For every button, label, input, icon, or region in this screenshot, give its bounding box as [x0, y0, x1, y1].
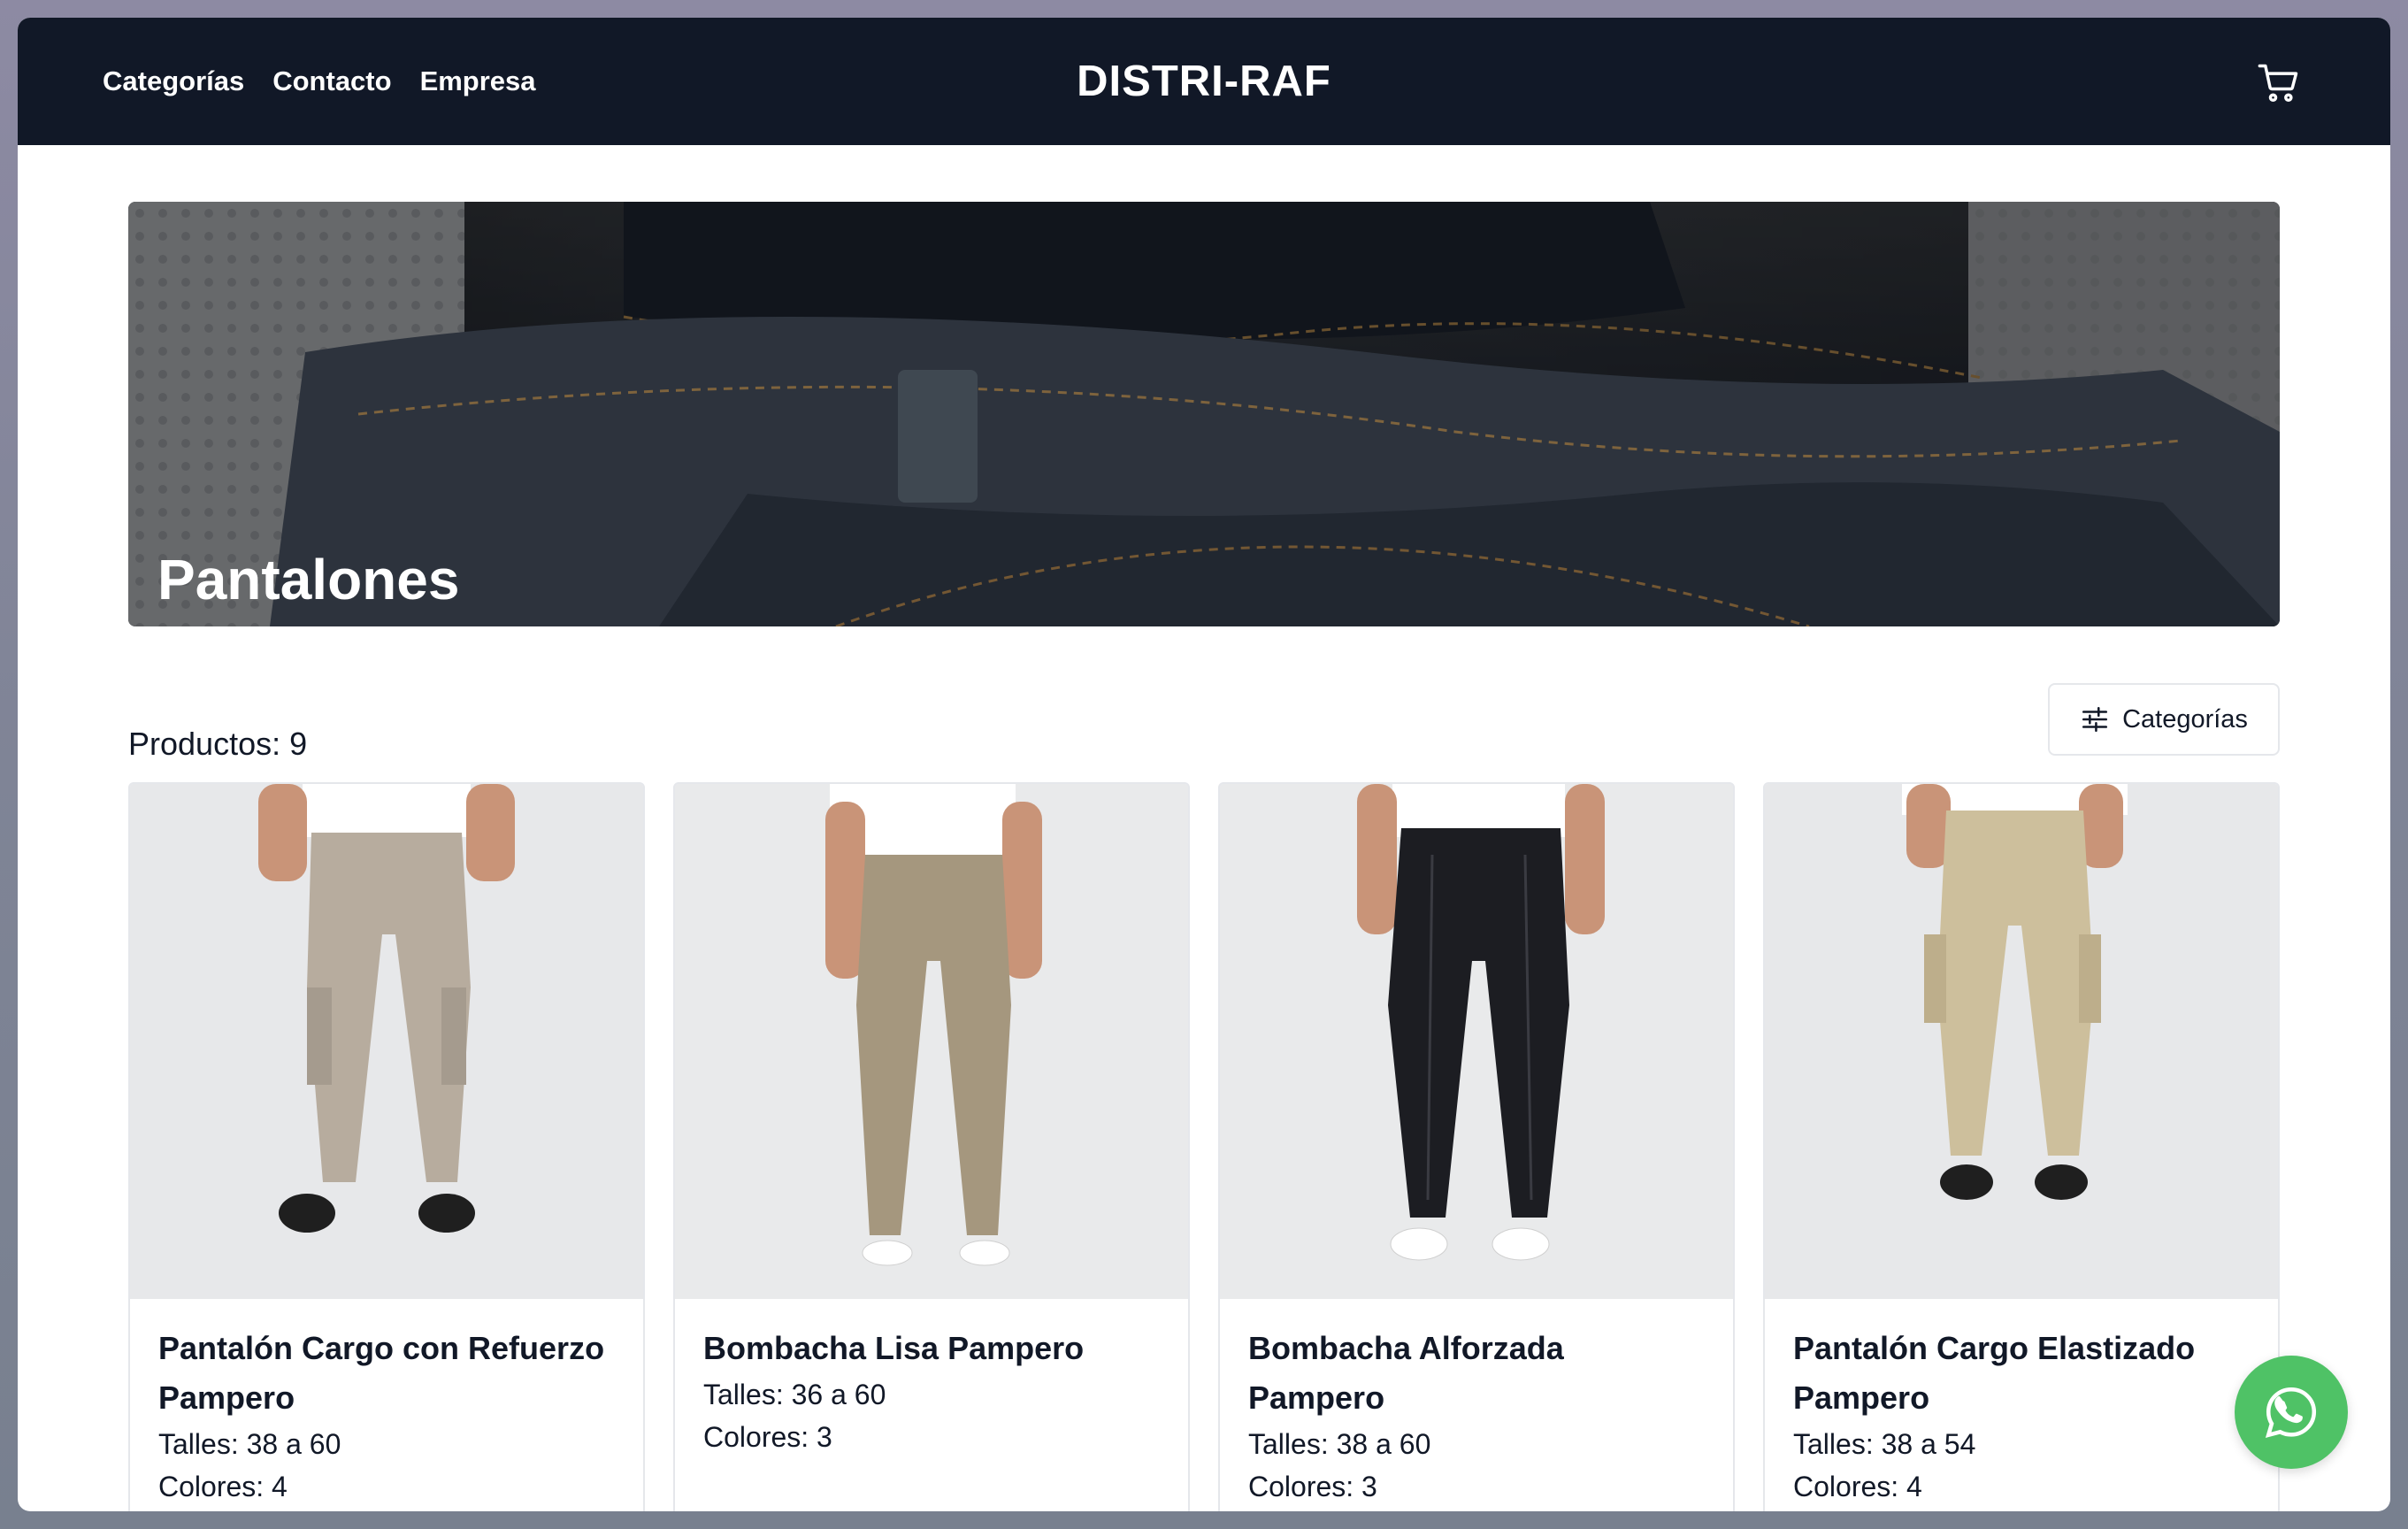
- product-name: Pantalón Cargo con Refuerzo Pampero: [158, 1330, 605, 1416]
- categories-filter-button[interactable]: Categorías: [2048, 683, 2280, 756]
- product-colors: Colores: 3: [703, 1421, 832, 1453]
- browser-window: DISTRI-RAF Categorías Contacto Empresa P…: [18, 18, 2390, 1511]
- product-sizes: Talles: 36 a 60: [703, 1379, 886, 1410]
- product-count: Productos: 9: [128, 726, 308, 762]
- product-image: [1765, 784, 2278, 1299]
- category-title: Pantalones: [157, 548, 460, 611]
- shopping-cart-icon[interactable]: [2256, 60, 2302, 106]
- nav-link-contacto[interactable]: Contacto: [272, 65, 391, 97]
- product-sizes: Talles: 38 a 60: [1248, 1428, 1431, 1460]
- whatsapp-icon: [2265, 1387, 2317, 1439]
- top-navbar: DISTRI-RAF Categorías Contacto Empresa: [18, 18, 2390, 145]
- product-card[interactable]: Bombacha Lisa Pampero Talles: 36 a 60 Co…: [673, 782, 1190, 1511]
- whatsapp-button[interactable]: [2235, 1356, 2348, 1469]
- product-image: [1220, 784, 1733, 1299]
- product-sizes: Talles: 38 a 54: [1793, 1428, 1976, 1460]
- nav-link-categorias[interactable]: Categorías: [103, 65, 244, 97]
- categories-button-label: Categorías: [2122, 704, 2248, 734]
- product-card[interactable]: Bombacha Alforzada Pampero Talles: 38 a …: [1218, 782, 1735, 1511]
- product-colors: Colores: 4: [158, 1471, 288, 1502]
- product-image: [130, 784, 643, 1299]
- nav-link-empresa[interactable]: Empresa: [420, 65, 536, 97]
- product-colors: Colores: 3: [1248, 1471, 1377, 1502]
- product-name: Bombacha Lisa Pampero: [703, 1330, 1085, 1366]
- product-name: Bombacha Alforzada Pampero: [1248, 1330, 1564, 1416]
- product-card[interactable]: Pantalón Cargo con Refuerzo Pampero Tall…: [128, 782, 645, 1511]
- product-colors: Colores: 4: [1793, 1471, 1922, 1502]
- nav-links: Categorías Contacto Empresa: [103, 18, 536, 145]
- product-name: Pantalón Cargo Elastizado Pampero: [1793, 1330, 2196, 1416]
- category-banner: Pantalones: [128, 202, 2280, 626]
- product-image: [675, 784, 1188, 1299]
- product-grid: Pantalón Cargo con Refuerzo Pampero Tall…: [128, 782, 2280, 1511]
- product-card[interactable]: Pantalón Cargo Elastizado Pampero Talles…: [1763, 782, 2280, 1511]
- product-sizes: Talles: 38 a 60: [158, 1428, 341, 1460]
- sliders-icon: [2082, 706, 2108, 733]
